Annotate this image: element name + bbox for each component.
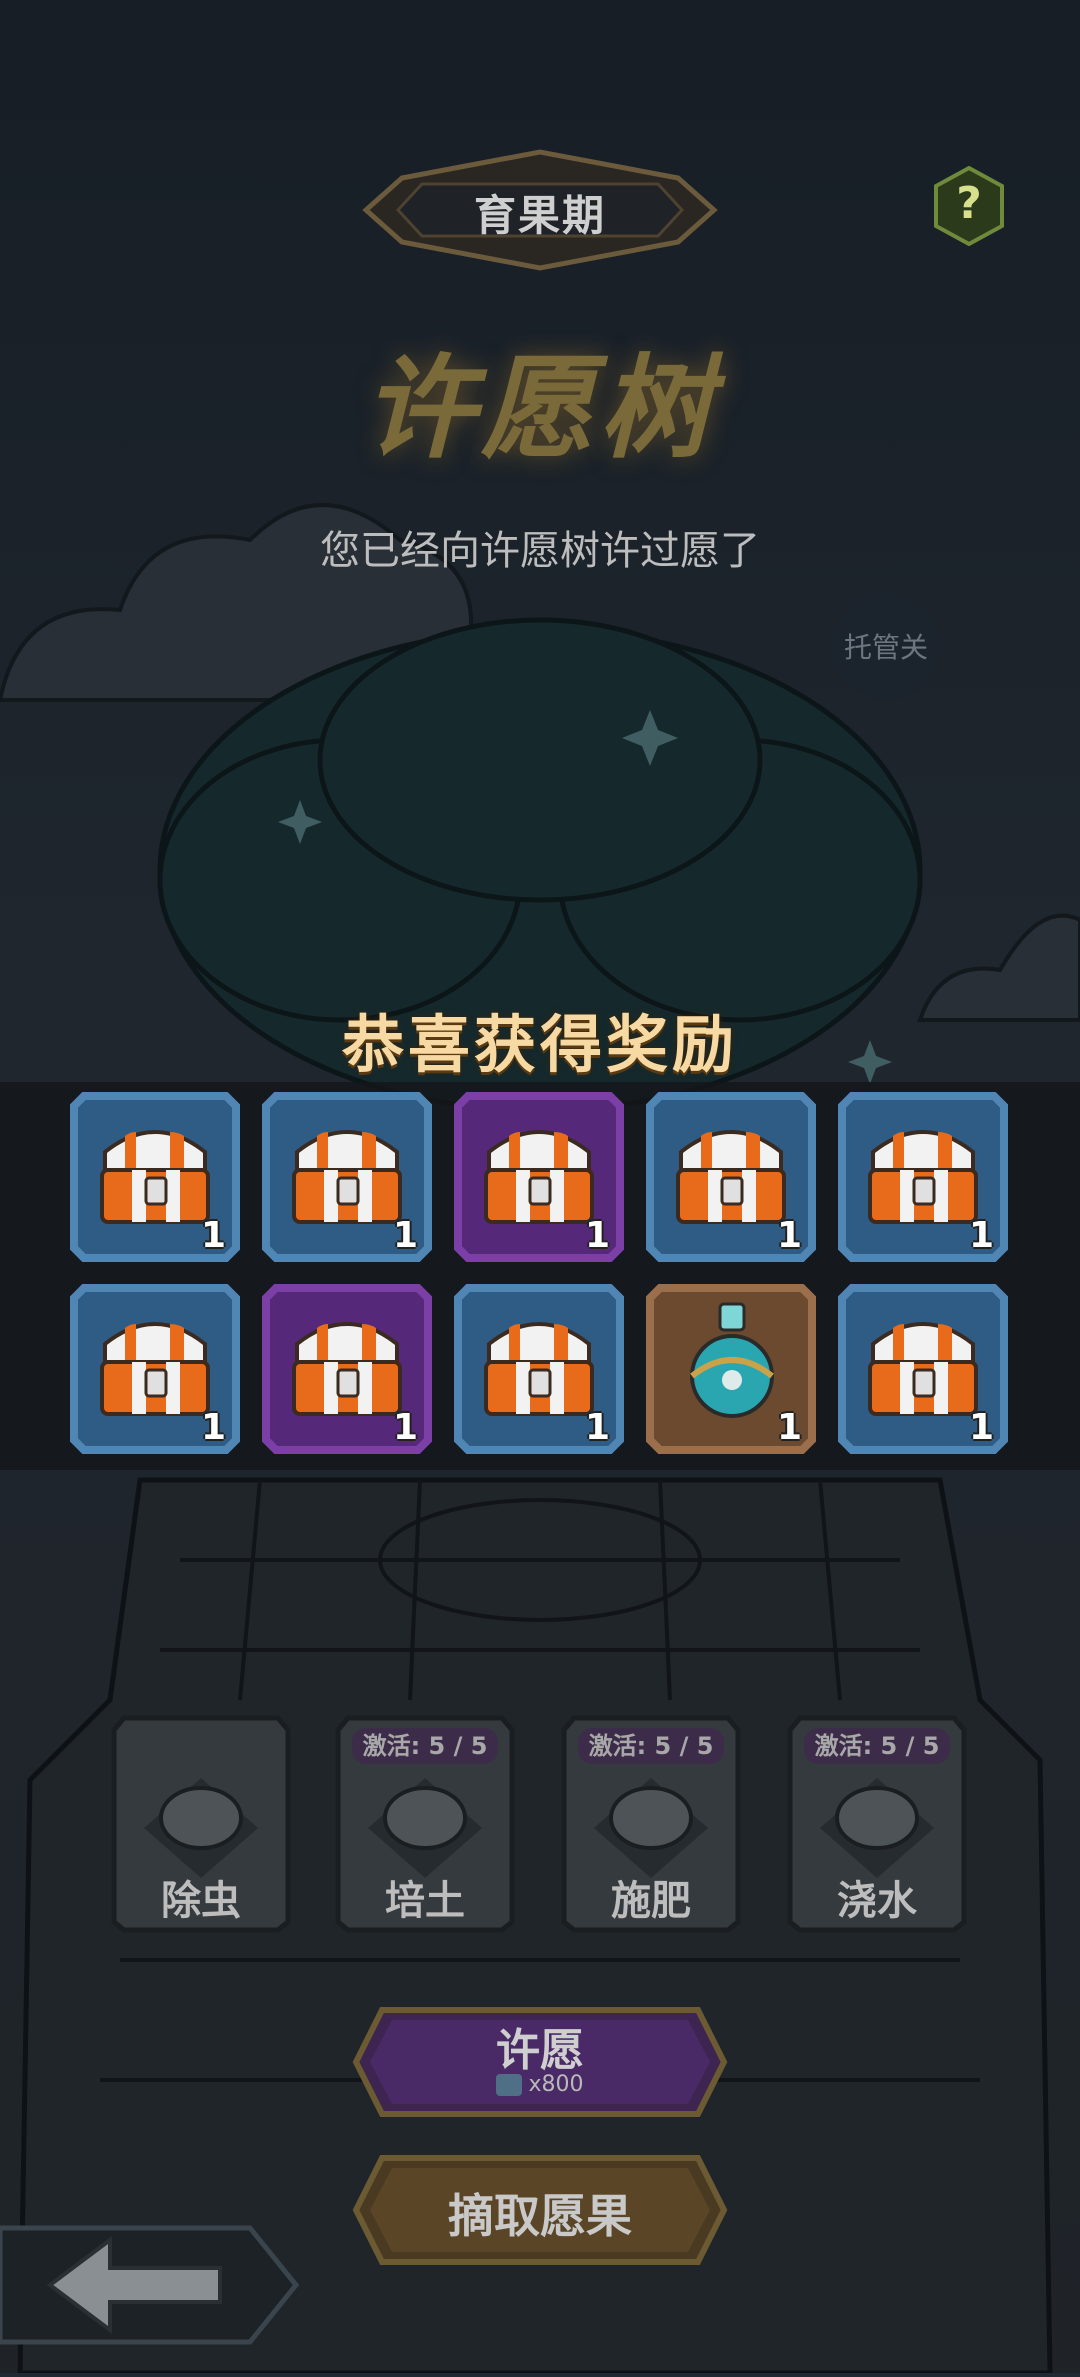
treasure-chest-icon xyxy=(868,1322,978,1416)
reward-quantity: 1 xyxy=(584,1215,610,1256)
action-label: 浇水 xyxy=(837,1878,917,1924)
reward-slot-chest[interactable]: 1 xyxy=(838,1092,1008,1262)
auto-toggle-label: 托管关 xyxy=(843,631,928,664)
reward-quantity: 1 xyxy=(200,1215,226,1256)
stage-label: 育果期 xyxy=(473,191,606,240)
gem-icon xyxy=(496,2074,523,2096)
reward-slot-chest[interactable]: 1 xyxy=(70,1284,240,1454)
treasure-chest-icon xyxy=(292,1322,402,1416)
wish-button[interactable]: 许愿 x800 xyxy=(352,2002,728,2122)
bug-net-icon xyxy=(159,1786,243,1850)
activation-badge: 激活: 5 / 5 xyxy=(578,1728,724,1764)
action-label: 除虫 xyxy=(161,1878,241,1924)
back-button[interactable] xyxy=(0,2220,300,2350)
reward-quantity: 1 xyxy=(392,1407,418,1448)
reward-slot-chest[interactable]: 1 xyxy=(838,1284,1008,1454)
reward-quantity: 1 xyxy=(584,1407,610,1448)
reward-title: 恭喜获得奖励 xyxy=(341,1008,738,1081)
reward-quantity: 1 xyxy=(968,1215,994,1256)
reward-slot-chest[interactable]: 1 xyxy=(262,1284,432,1454)
wish-label: 许愿 xyxy=(496,2025,584,2076)
growth-stage-banner: 育果期 xyxy=(362,148,718,272)
wish-cost: x800 xyxy=(352,2072,728,2097)
action-label: 培土 xyxy=(385,1878,465,1924)
activation-badge: 激活: 5 / 5 xyxy=(352,1728,498,1764)
reward-slot-potion[interactable]: 1 xyxy=(646,1284,816,1454)
reward-quantity: 1 xyxy=(968,1407,994,1448)
reward-quantity: 1 xyxy=(200,1407,226,1448)
reward-quantity: 1 xyxy=(776,1215,802,1256)
reward-slot-chest[interactable]: 1 xyxy=(646,1092,816,1262)
soil-bag-icon xyxy=(383,1786,467,1850)
treasure-chest-icon xyxy=(100,1130,210,1224)
pick-fruit-button[interactable]: 摘取愿果 xyxy=(352,2150,728,2270)
action-label: 施肥 xyxy=(611,1878,691,1924)
treasure-chest-icon xyxy=(292,1130,402,1224)
watering-can-icon xyxy=(835,1786,919,1850)
reward-quantity: 1 xyxy=(392,1215,418,1256)
reward-quantity: 1 xyxy=(776,1407,802,1448)
reward-slot-chest[interactable]: 1 xyxy=(262,1092,432,1262)
treasure-chest-icon xyxy=(676,1130,786,1224)
back-arrow-icon xyxy=(0,2225,300,2345)
pick-label: 摘取愿果 xyxy=(448,2189,632,2243)
remove-bugs-button[interactable]: 除虫 xyxy=(108,1708,294,1936)
reward-slot-chest[interactable]: 1 xyxy=(454,1284,624,1454)
reward-slot-chest[interactable]: 1 xyxy=(70,1092,240,1262)
wishing-tree-title: 许愿树 xyxy=(300,300,780,474)
auto-toggle-button[interactable]: 托管关 xyxy=(832,592,940,700)
water-button[interactable]: 激活: 5 / 5 浇水 xyxy=(784,1708,970,1936)
treasure-chest-icon xyxy=(868,1130,978,1224)
status-message: 您已经向许愿树许过愿了 xyxy=(320,528,760,574)
title-text: 许愿树 xyxy=(363,344,717,474)
wish-cost-value: x800 xyxy=(528,2072,584,2097)
treasure-chest-icon xyxy=(484,1130,594,1224)
treasure-chest-icon xyxy=(484,1322,594,1416)
cultivate-soil-button[interactable]: 激活: 5 / 5 培土 xyxy=(332,1708,518,1936)
treasure-chest-icon xyxy=(100,1322,210,1416)
activation-badge: 激活: 5 / 5 xyxy=(804,1728,950,1764)
fertilize-button[interactable]: 激活: 5 / 5 施肥 xyxy=(558,1708,744,1936)
reward-slot-chest[interactable]: 1 xyxy=(454,1092,624,1262)
help-label: ? xyxy=(956,178,982,229)
fertilizer-icon xyxy=(609,1786,693,1850)
help-button[interactable]: ? xyxy=(934,165,1004,247)
